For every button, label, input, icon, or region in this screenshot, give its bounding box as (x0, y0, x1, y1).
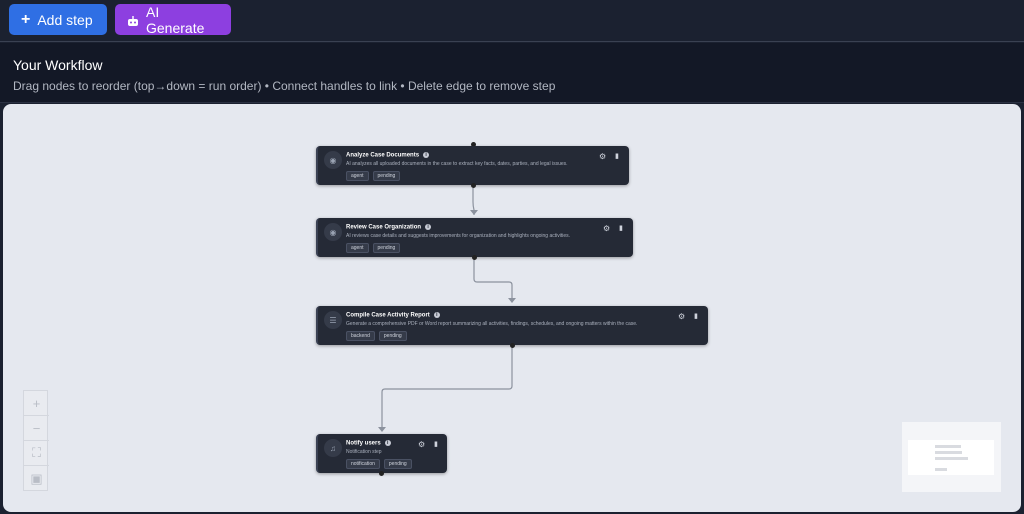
bottom-handle[interactable] (510, 343, 515, 348)
node-description: Notification step (346, 449, 382, 455)
minimap-node (935, 445, 961, 448)
info-icon[interactable]: i (423, 152, 430, 158)
status-tag: pending (383, 459, 412, 469)
edge-arrow (508, 298, 516, 303)
zoom-in-icon[interactable]: + (24, 391, 49, 416)
fit-view-icon[interactable]: ⛶ (24, 441, 49, 466)
node-name: Review Case Organization i (346, 224, 432, 231)
bottom-handle[interactable] (379, 471, 384, 476)
type-tag: agent (346, 243, 369, 253)
node-description: AI reviews case details and suggests imp… (346, 233, 571, 239)
info-icon[interactable]: i (384, 440, 391, 446)
node-tags: backend pending (346, 331, 407, 341)
node-title: Analyze Case Documents (346, 152, 420, 159)
add-step-button[interactable]: + Add step (9, 4, 107, 35)
ai-generate-button[interactable]: AI Generate (115, 3, 231, 36)
list-icon: ☰ (324, 311, 342, 329)
bottom-handle[interactable] (472, 255, 477, 260)
node-title: Compile Case Activity Report (346, 312, 430, 319)
gear-icon[interactable]: ⚙ (678, 312, 685, 321)
node-title: Review Case Organization (346, 224, 422, 231)
page-subtitle: Drag nodes to reorder (top→down = run or… (13, 79, 556, 93)
type-tag: backend (346, 331, 375, 341)
gear-icon[interactable]: ⚙ (418, 440, 425, 449)
info-icon[interactable]: i (425, 224, 432, 230)
workflow-node[interactable]: ◉ Analyze Case Documents i AI analyzes al… (316, 146, 629, 185)
ai-generate-label: AI Generate (146, 3, 205, 36)
info-icon[interactable]: i (433, 312, 440, 318)
workflow-node[interactable]: ☰ Compile Case Activity Report i Generate… (316, 306, 708, 345)
minimap[interactable] (902, 422, 1001, 492)
node-tags: agent pending (346, 171, 401, 181)
status-tag: pending (378, 331, 407, 341)
node-description: Generate a comprehensive PDF or Word rep… (346, 321, 638, 327)
type-tag: agent (346, 171, 369, 181)
gear-icon[interactable]: ⚙ (599, 152, 606, 161)
bell-icon: ♫ (324, 439, 342, 457)
robot-icon: ◉ (324, 151, 342, 169)
type-tag: notification (346, 459, 380, 469)
lock-icon[interactable]: ▣ (24, 466, 49, 491)
node-name: Analyze Case Documents i (346, 152, 430, 159)
robot-icon: ◉ (324, 223, 342, 241)
minimap-node (935, 451, 962, 454)
edge-3-4[interactable] (381, 346, 513, 431)
workflow-header: Your Workflow Drag nodes to reorder (top… (0, 43, 1024, 103)
minimap-viewport (908, 440, 994, 475)
minimap-node (935, 468, 947, 471)
node-description: AI analyzes all uploaded documents in th… (346, 161, 568, 167)
node-name: Notify users i (346, 440, 391, 447)
minimap-node (935, 457, 968, 460)
plus-icon: + (21, 10, 31, 28)
add-step-label: Add step (37, 11, 93, 28)
trash-icon[interactable]: ▮ (434, 440, 438, 448)
workflow-node[interactable]: ♫ Notify users i Notification step notifi… (316, 434, 447, 473)
node-tags: notification pending (346, 459, 412, 469)
node-name: Compile Case Activity Report i (346, 312, 440, 319)
robot-icon (127, 14, 139, 26)
gear-icon[interactable]: ⚙ (603, 224, 610, 233)
trash-icon[interactable]: ▮ (694, 312, 698, 320)
trash-icon[interactable]: ▮ (619, 224, 623, 232)
bottom-handle[interactable] (471, 183, 476, 188)
workflow-canvas[interactable]: ◉ Analyze Case Documents i AI analyzes al… (3, 104, 1021, 512)
toolbar: + Add step AI Generate (0, 0, 1024, 42)
workflow-node[interactable]: ◉ Review Case Organization i AI reviews c… (316, 218, 633, 257)
trash-icon[interactable]: ▮ (615, 152, 619, 160)
page-title: Your Workflow (13, 57, 103, 73)
edge-arrow (470, 210, 478, 215)
node-tags: agent pending (346, 243, 401, 253)
node-title: Notify users (346, 440, 381, 447)
edge-2-3[interactable] (473, 257, 513, 302)
canvas-controls: + − ⛶ ▣ (23, 390, 49, 491)
status-tag: pending (372, 243, 401, 253)
zoom-out-icon[interactable]: − (24, 416, 49, 441)
edge-arrow (378, 427, 386, 432)
status-tag: pending (372, 171, 401, 181)
